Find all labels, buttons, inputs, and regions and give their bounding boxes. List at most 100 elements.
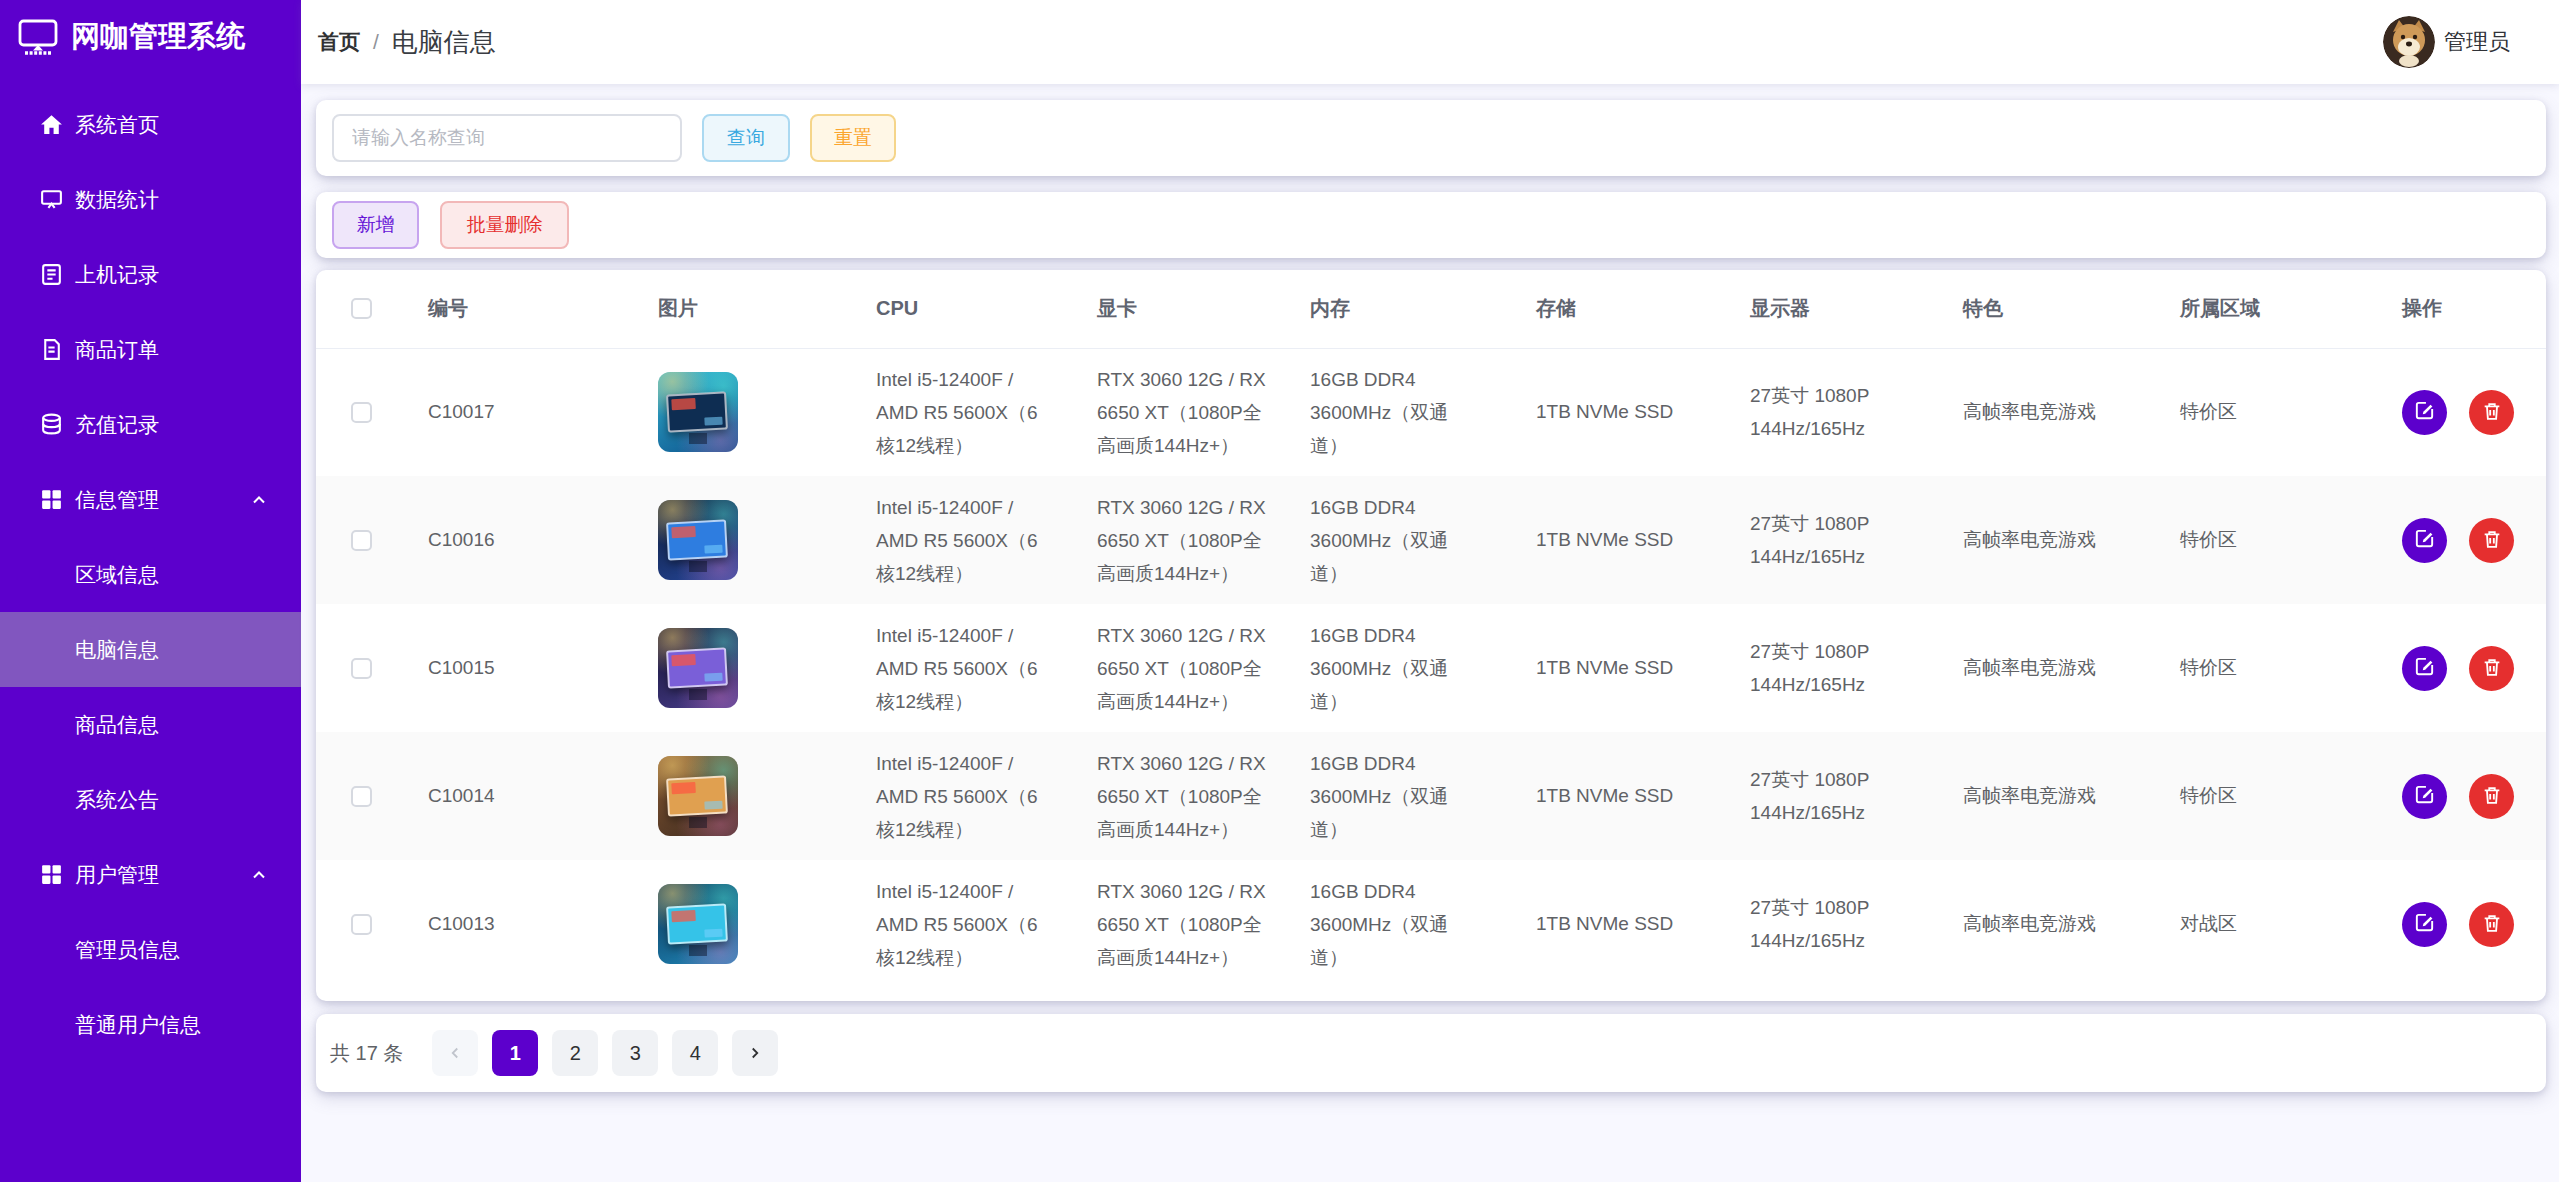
sidebar-item-stats[interactable]: 数据统计 xyxy=(0,162,301,237)
sidebar: 网咖管理系统 系统首页数据统计上机记录商品订单充值记录信息管理区域信息电脑信息商… xyxy=(0,0,301,1182)
delete-button[interactable] xyxy=(2469,390,2514,435)
table-row: C10015 Intel i5-12400F / AMD R5 5600X（6 核… xyxy=(316,604,2546,732)
breadcrumb-home[interactable]: 首页 xyxy=(318,28,360,56)
select-all-checkbox[interactable] xyxy=(351,298,372,319)
computer-id: C10015 xyxy=(428,657,495,678)
sidebar-item-product-info[interactable]: 商品信息 xyxy=(0,687,301,762)
computers-table: 编号图片CPU显卡内存存储显示器特色所属区域操作 C10017Intel i5-… xyxy=(316,270,2546,988)
monitor-cell: 27英寸 1080P 144Hz/165Hz xyxy=(1750,891,1933,957)
chevron-up-icon xyxy=(249,490,269,510)
row-checkbox[interactable] xyxy=(351,658,372,679)
database-icon xyxy=(39,412,64,437)
region-cell: 特价区 xyxy=(2180,657,2237,678)
toolbar-card: 新增 批量删除 xyxy=(316,192,2546,258)
ram-cell: 16GB DDR4 3600MHz（双通 道） xyxy=(1310,875,1506,974)
computer-photo xyxy=(658,756,738,836)
ram-cell: 16GB DDR4 3600MHz（双通 道） xyxy=(1310,619,1506,718)
pagination: 共 17 条 1234 xyxy=(316,1014,2546,1092)
breadcrumb-current: 电脑信息 xyxy=(392,25,496,60)
row-checkbox[interactable] xyxy=(351,786,372,807)
cpu-cell: Intel i5-12400F / AMD R5 5600X（6 核12线程） xyxy=(876,363,1067,462)
pagination-buttons: 1234 xyxy=(432,1030,792,1076)
edit-button[interactable] xyxy=(2402,390,2447,435)
edit-icon xyxy=(2413,911,2436,937)
edit-icon xyxy=(2413,527,2436,553)
region-cell: 特价区 xyxy=(2180,529,2237,550)
row-checkbox[interactable] xyxy=(351,914,372,935)
feature-cell: 高帧率电竞游戏 xyxy=(1963,657,2096,678)
add-button[interactable]: 新增 xyxy=(332,201,419,249)
sidebar-item-home[interactable]: 系统首页 xyxy=(0,87,301,162)
computer-id: C10017 xyxy=(428,401,495,422)
delete-button[interactable] xyxy=(2469,518,2514,563)
computer-photo xyxy=(658,500,738,580)
edit-icon xyxy=(2413,399,2436,425)
edit-button[interactable] xyxy=(2402,902,2447,947)
sidebar-item-system-notice[interactable]: 系统公告 xyxy=(0,762,301,837)
sidebar-item-label: 用户管理 xyxy=(75,861,159,889)
monitor-icon xyxy=(18,18,58,56)
sidebar-item-user-mgmt[interactable]: 用户管理 xyxy=(0,837,301,912)
storage-cell: 1TB NVMe SSD xyxy=(1536,529,1673,550)
trash-icon xyxy=(2481,912,2503,937)
storage-cell: 1TB NVMe SSD xyxy=(1536,785,1673,806)
feature-cell: 高帧率电竞游戏 xyxy=(1963,529,2096,550)
avatar[interactable] xyxy=(2383,16,2435,68)
search-card: 查询 重置 xyxy=(316,100,2546,176)
monitor-cell: 27英寸 1080P 144Hz/165Hz xyxy=(1750,507,1933,573)
ram-cell: 16GB DDR4 3600MHz（双通 道） xyxy=(1310,363,1506,462)
computer-id: C10014 xyxy=(428,785,495,806)
pagination-page-1[interactable]: 1 xyxy=(492,1030,538,1076)
sidebar-item-sessions[interactable]: 上机记录 xyxy=(0,237,301,312)
delete-button[interactable] xyxy=(2469,774,2514,819)
column-header: 特色 xyxy=(1963,270,2180,348)
computer-id: C10016 xyxy=(428,529,495,550)
batch-delete-button[interactable]: 批量删除 xyxy=(440,201,569,249)
pagination-page-3[interactable]: 3 xyxy=(612,1030,658,1076)
edit-button[interactable] xyxy=(2402,774,2447,819)
order-icon xyxy=(39,337,64,362)
gpu-cell: RTX 3060 12G / RX 6650 XT（1080P全 高画质144H… xyxy=(1097,619,1280,718)
row-checkbox[interactable] xyxy=(351,530,372,551)
record-icon xyxy=(39,262,64,287)
cpu-cell: Intel i5-12400F / AMD R5 5600X（6 核12线程） xyxy=(876,619,1067,718)
cpu-cell: Intel i5-12400F / AMD R5 5600X（6 核12线程） xyxy=(876,875,1067,974)
sidebar-item-computer-info[interactable]: 电脑信息 xyxy=(0,612,301,687)
cpu-cell: Intel i5-12400F / AMD R5 5600X（6 核12线程） xyxy=(876,747,1067,846)
feature-cell: 高帧率电竞游戏 xyxy=(1963,401,2096,422)
storage-cell: 1TB NVMe SSD xyxy=(1536,913,1673,934)
user-box[interactable]: 管理员 xyxy=(2383,16,2510,68)
computer-id: C10013 xyxy=(428,913,495,934)
feature-cell: 高帧率电竞游戏 xyxy=(1963,913,2096,934)
delete-button[interactable] xyxy=(2469,646,2514,691)
search-input[interactable] xyxy=(332,114,682,162)
edit-button[interactable] xyxy=(2402,518,2447,563)
column-header: 显示器 xyxy=(1750,270,1963,348)
sidebar-item-recharge[interactable]: 充值记录 xyxy=(0,387,301,462)
column-header: 操作 xyxy=(2402,270,2546,348)
delete-button[interactable] xyxy=(2469,902,2514,947)
edit-button[interactable] xyxy=(2402,646,2447,691)
sidebar-item-admin-info[interactable]: 管理员信息 xyxy=(0,912,301,987)
pagination-next[interactable] xyxy=(732,1030,778,1076)
computer-photo xyxy=(658,628,738,708)
edit-icon xyxy=(2413,655,2436,681)
ram-cell: 16GB DDR4 3600MHz（双通 道） xyxy=(1310,747,1506,846)
pagination-prev[interactable] xyxy=(432,1030,478,1076)
reset-button[interactable]: 重置 xyxy=(810,114,896,162)
table-row: C10016Intel i5-12400F / AMD R5 5600X（6 核… xyxy=(316,476,2546,604)
column-header: 内存 xyxy=(1310,270,1536,348)
sidebar-item-orders[interactable]: 商品订单 xyxy=(0,312,301,387)
presentation-icon xyxy=(39,187,64,212)
storage-cell: 1TB NVMe SSD xyxy=(1536,657,1673,678)
pagination-page-4[interactable]: 4 xyxy=(672,1030,718,1076)
sidebar-item-region-info[interactable]: 区域信息 xyxy=(0,537,301,612)
content: 查询 重置 新增 批量删除 编号图片CPU显卡内存存储显示器特色所属区域操作 C… xyxy=(301,84,2559,1182)
trash-icon xyxy=(2481,400,2503,425)
sidebar-item-normal-user-info[interactable]: 普通用户信息 xyxy=(0,987,301,1062)
gpu-cell: RTX 3060 12G / RX 6650 XT（1080P全 高画质144H… xyxy=(1097,491,1280,590)
pagination-page-2[interactable]: 2 xyxy=(552,1030,598,1076)
sidebar-item-info-mgmt[interactable]: 信息管理 xyxy=(0,462,301,537)
row-checkbox[interactable] xyxy=(351,402,372,423)
query-button[interactable]: 查询 xyxy=(702,114,790,162)
